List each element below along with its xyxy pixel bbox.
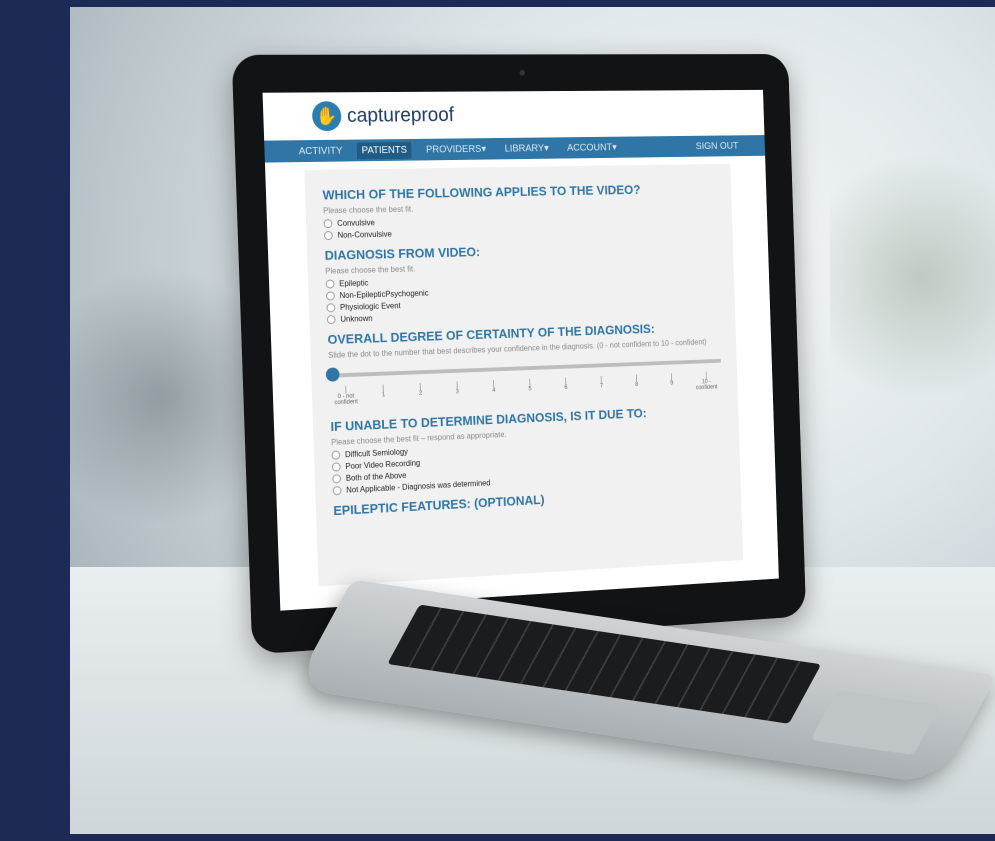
nav-account[interactable]: ACCOUNT▾ <box>562 139 621 156</box>
radio-icon[interactable] <box>332 474 342 484</box>
nav-patients[interactable]: PATIENTS <box>356 141 413 159</box>
radio-icon[interactable] <box>323 219 333 229</box>
tick-label: 4 <box>478 379 510 401</box>
slider-ticks: 0 - not confident 1 2 3 4 5 6 7 8 9 10 -… <box>329 370 722 406</box>
tick-label: 0 - not confident <box>329 384 362 407</box>
brand-name: captureproof <box>346 103 455 127</box>
option-label: Convulsive <box>337 218 375 228</box>
option-label: Non-Convulsive <box>337 229 392 240</box>
radio-icon[interactable] <box>323 230 333 241</box>
option-label: Unknown <box>340 313 373 324</box>
tick-label: 1 <box>367 383 400 405</box>
laptop-photo: ✋ captureproof ACTIVITY PATIENTS PROVIDE… <box>70 7 995 834</box>
tick-label: 2 <box>404 381 437 403</box>
radio-icon[interactable] <box>325 291 335 301</box>
radio-icon[interactable] <box>331 450 341 460</box>
radio-icon[interactable] <box>325 279 335 289</box>
radio-icon[interactable] <box>326 303 336 313</box>
radio-icon[interactable] <box>326 315 336 325</box>
outer-frame: ✋ captureproof ACTIVITY PATIENTS PROVIDE… <box>0 0 995 841</box>
option-label: Difficult Semiology <box>344 447 409 460</box>
tick-label: 9 <box>656 372 687 393</box>
option-label: Non-EpilepticPsychogenic <box>339 288 429 301</box>
option-label: Poor Video Recording <box>345 458 421 471</box>
laptop-screen: ✋ captureproof ACTIVITY PATIENTS PROVIDE… <box>262 89 779 611</box>
tick-label: 10 - confident <box>691 370 722 391</box>
main-nav: ACTIVITY PATIENTS PROVIDERS▾ LIBRARY▾ AC… <box>264 135 766 163</box>
option-label: Epileptic <box>339 278 369 289</box>
sign-out-link[interactable]: SIGN OUT <box>696 141 739 152</box>
background-plant <box>830 127 995 427</box>
laptop-screen-bezel: ✋ captureproof ACTIVITY PATIENTS PROVIDE… <box>231 54 807 655</box>
questionnaire-panel: WHICH OF THE FOLLOWING APPLIES TO THE VI… <box>304 163 744 587</box>
webcam-icon <box>519 69 526 76</box>
nav-providers[interactable]: PROVIDERS▾ <box>421 141 491 158</box>
brand-header: ✋ captureproof <box>263 90 765 141</box>
hand-logo-icon: ✋ <box>311 101 342 132</box>
radio-icon[interactable] <box>332 486 342 496</box>
option-label: Physiologic Event <box>339 301 401 312</box>
tick-label: 6 <box>550 376 582 397</box>
tick-label: 3 <box>441 380 474 402</box>
option-label: Both of the Above <box>345 470 407 483</box>
radio-icon[interactable] <box>331 462 341 472</box>
nav-activity[interactable]: ACTIVITY <box>294 142 348 160</box>
tick-label: 5 <box>514 377 546 399</box>
nav-library[interactable]: LIBRARY▾ <box>500 140 554 157</box>
tick-label: 7 <box>586 374 618 395</box>
slider-handle[interactable] <box>325 367 340 382</box>
trackpad <box>810 690 941 756</box>
certainty-slider[interactable]: 0 - not confident 1 2 3 4 5 6 7 8 9 10 -… <box>325 351 722 411</box>
tick-label: 8 <box>621 373 652 394</box>
